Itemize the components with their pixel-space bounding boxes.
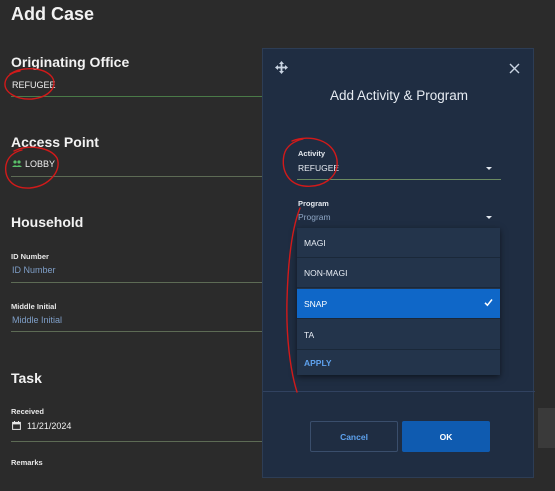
- background-side-panel: [538, 408, 555, 448]
- id-number-underline: [11, 282, 263, 283]
- access-point-underline: [11, 176, 263, 177]
- ok-button[interactable]: OK: [402, 421, 490, 452]
- activity-select[interactable]: REFUGEE: [298, 163, 339, 173]
- originating-office-heading: Originating Office: [11, 54, 130, 70]
- activity-underline: [297, 179, 501, 180]
- apply-button[interactable]: APPLY: [297, 350, 500, 375]
- originating-office-underline: [11, 96, 263, 97]
- dropdown-option-magi[interactable]: MAGI: [297, 228, 500, 258]
- id-number-input[interactable]: ID Number: [12, 265, 56, 275]
- remarks-label: Remarks: [11, 458, 43, 467]
- access-point-heading: Access Point: [11, 134, 99, 150]
- page-title: Add Case: [11, 4, 95, 24]
- task-heading: Task: [11, 370, 42, 386]
- dropdown-option-label: SNAP: [304, 298, 328, 309]
- checkmark-icon: [484, 298, 493, 309]
- id-number-label: ID Number: [11, 252, 49, 261]
- originating-office-value[interactable]: REFUGEE: [12, 80, 56, 90]
- middle-initial-label: Middle Initial: [11, 302, 57, 311]
- received-underline: [11, 441, 263, 442]
- people-icon: [12, 160, 22, 170]
- cancel-button[interactable]: Cancel: [310, 421, 398, 452]
- calendar-icon: [12, 421, 21, 432]
- dropdown-option-non-magi[interactable]: NON-MAGI: [297, 258, 500, 288]
- dropdown-option-snap[interactable]: SNAP: [297, 289, 500, 319]
- access-point-field[interactable]: LOBBY: [12, 159, 55, 170]
- dialog-title: Add Activity & Program: [329, 88, 469, 103]
- dropdown-option-ta[interactable]: TA: [297, 320, 500, 350]
- household-heading: Household: [11, 214, 84, 230]
- received-value: 11/21/2024: [27, 421, 72, 431]
- move-arrows-icon[interactable]: [275, 61, 288, 79]
- middle-initial-input[interactable]: Middle Initial: [12, 315, 62, 325]
- program-dropdown-menu: MAGI NON-MAGI SNAP TA APPLY: [297, 228, 500, 375]
- activity-caret-down-icon[interactable]: [486, 167, 492, 170]
- received-label: Received: [11, 407, 44, 416]
- program-label: Program: [298, 199, 329, 208]
- received-field[interactable]: 11/21/2024: [12, 421, 71, 432]
- close-icon[interactable]: [509, 61, 520, 79]
- program-caret-down-icon[interactable]: [486, 216, 492, 219]
- middle-initial-underline: [11, 331, 263, 332]
- activity-label: Activity: [298, 149, 326, 158]
- dialog-footer-divider: [263, 391, 535, 392]
- program-select[interactable]: Program: [298, 212, 331, 222]
- access-point-value: LOBBY: [25, 159, 56, 169]
